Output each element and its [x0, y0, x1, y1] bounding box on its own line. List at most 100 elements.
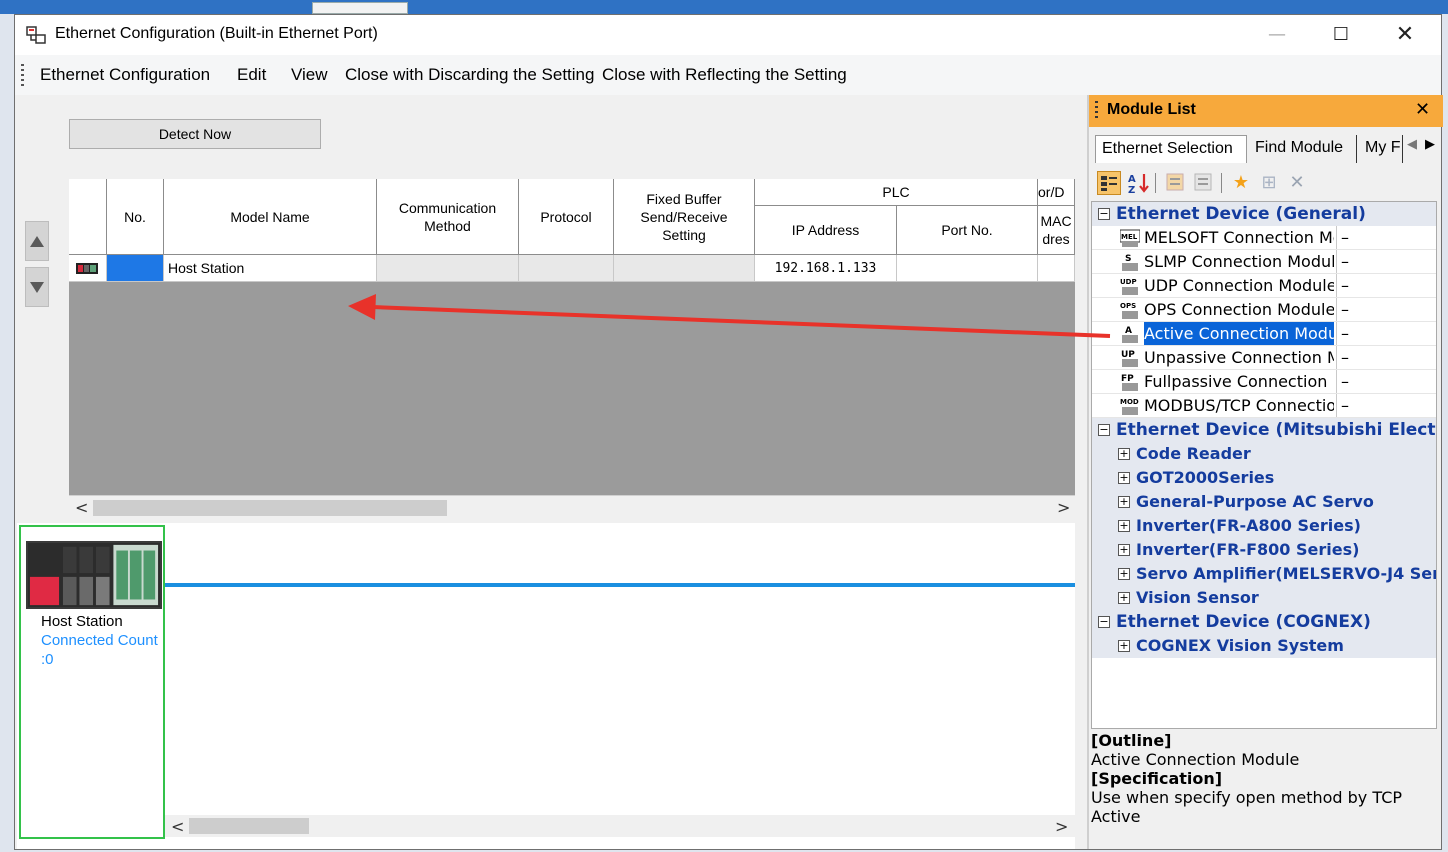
- collapse-icon[interactable]: −: [1098, 424, 1110, 436]
- diagram-horizontal-scrollbar[interactable]: < >: [165, 815, 1075, 837]
- tab-scroll-right-icon[interactable]: ▶: [1425, 137, 1435, 152]
- tree-group-mitsubishi[interactable]: − Ethernet Device (Mitsubishi Electric): [1092, 418, 1436, 442]
- melsoft-module-icon: MEL: [1119, 228, 1141, 248]
- menu-close-discard[interactable]: Close with Discarding the Setting: [345, 65, 594, 85]
- tree-subgroup-inverter-f800[interactable]: + Inverter(FR-F800 Series): [1092, 538, 1436, 562]
- minimize-button[interactable]: —: [1245, 15, 1309, 55]
- expand-all-icon[interactable]: [1163, 171, 1187, 195]
- table-cell-mac[interactable]: [1038, 255, 1075, 282]
- header-protocol[interactable]: Protocol: [519, 179, 614, 255]
- module-item-slmp[interactable]: S SLMP Connection Module –: [1092, 250, 1436, 274]
- header-port-no[interactable]: Port No.: [897, 206, 1038, 255]
- expand-icon[interactable]: +: [1118, 520, 1130, 532]
- table-cell-protocol[interactable]: [519, 255, 614, 282]
- menu-ethernet-configuration[interactable]: Ethernet Configuration: [40, 65, 210, 85]
- maximize-button[interactable]: ☐: [1309, 15, 1373, 55]
- header-fixed-buffer[interactable]: Fixed Buffer Send/Receive Setting: [614, 179, 755, 255]
- collapse-icon[interactable]: −: [1098, 208, 1110, 220]
- host-station-card[interactable]: Host Station Connected Count :0: [19, 525, 165, 839]
- scroll-thumb[interactable]: [189, 818, 309, 834]
- table-cell-ip-address[interactable]: 192.168.1.133: [755, 255, 897, 282]
- favorite-star-icon[interactable]: ★: [1229, 171, 1253, 195]
- menu-edit[interactable]: Edit: [237, 65, 266, 85]
- module-item-value: –: [1336, 298, 1436, 321]
- module-item-active-connection[interactable]: A Active Connection Module –: [1092, 322, 1436, 346]
- tree-group-general[interactable]: − Ethernet Device (General): [1092, 202, 1436, 226]
- add-favorite-icon[interactable]: ⊞: [1257, 171, 1281, 195]
- table-cell-no[interactable]: [107, 255, 164, 282]
- menu-bar: Ethernet Configuration Edit View Close w…: [15, 55, 1441, 95]
- tree-subgroup-ac-servo[interactable]: + General-Purpose AC Servo: [1092, 490, 1436, 514]
- delete-favorite-icon[interactable]: ✕: [1285, 171, 1309, 195]
- collapse-all-icon[interactable]: [1191, 171, 1215, 195]
- scroll-left-icon[interactable]: <: [75, 498, 88, 517]
- scroll-right-icon[interactable]: >: [1055, 817, 1068, 836]
- menu-close-reflect[interactable]: Close with Reflecting the Setting: [602, 65, 847, 85]
- module-list-close-button[interactable]: ✕: [1415, 99, 1430, 120]
- module-item-modbus-tcp[interactable]: MOD MODBUS/TCP Connection Module –: [1092, 394, 1436, 418]
- network-config-icon: [26, 26, 46, 44]
- scroll-thumb[interactable]: [93, 500, 447, 516]
- module-item-unpassive[interactable]: UP Unpassive Connection Module –: [1092, 346, 1436, 370]
- collapse-icon[interactable]: −: [1098, 616, 1110, 628]
- module-list-title: Module List: [1107, 101, 1196, 118]
- module-list-toolbar: AZ ★ ⊞ ✕: [1093, 167, 1439, 199]
- sort-az-icon[interactable]: AZ: [1127, 171, 1151, 196]
- tab-scroll-left-icon[interactable]: ◀: [1407, 137, 1417, 152]
- module-item-value: –: [1336, 274, 1436, 297]
- module-item-melsoft[interactable]: MEL MELSOFT Connection Module –: [1092, 226, 1436, 250]
- tree-group-label: Ethernet Device (General): [1116, 204, 1366, 224]
- tab-my-favorites[interactable]: My F: [1359, 135, 1403, 163]
- tree-subgroup-code-reader[interactable]: + Code Reader: [1092, 442, 1436, 466]
- module-list-tabs: Ethernet Selection Find Module My F ◀ ▶: [1091, 133, 1441, 163]
- expand-icon[interactable]: +: [1118, 472, 1130, 484]
- svg-text:A: A: [1125, 326, 1132, 336]
- detect-now-button[interactable]: Detect Now: [69, 119, 321, 149]
- module-list-header: Module List ✕: [1089, 95, 1443, 127]
- expand-icon[interactable]: +: [1118, 544, 1130, 556]
- panel-grip-icon[interactable]: [1095, 101, 1098, 121]
- table-cell-communication-method[interactable]: [377, 255, 519, 282]
- table-cell-fixed-buffer[interactable]: [614, 255, 755, 282]
- tab-find-module[interactable]: Find Module: [1249, 135, 1357, 163]
- expand-icon[interactable]: +: [1118, 640, 1130, 652]
- header-icon-column: [69, 179, 107, 255]
- table-cell-port-no[interactable]: [897, 255, 1038, 282]
- close-window-button[interactable]: ✕: [1373, 15, 1437, 55]
- tab-ethernet-selection[interactable]: Ethernet Selection: [1095, 135, 1247, 163]
- header-communication-method[interactable]: Communication Method: [377, 179, 519, 255]
- header-no[interactable]: No.: [107, 179, 164, 255]
- menu-view[interactable]: View: [291, 65, 328, 85]
- header-model-name[interactable]: Model Name: [164, 179, 377, 255]
- udp-module-icon: UDP: [1120, 276, 1140, 296]
- ops-module-icon: OPS: [1120, 300, 1140, 320]
- module-tree: − Ethernet Device (General) MEL MELSOFT …: [1091, 201, 1437, 729]
- table-cell-model-name[interactable]: Host Station: [164, 255, 377, 282]
- expand-icon[interactable]: +: [1118, 568, 1130, 580]
- scroll-right-icon[interactable]: >: [1057, 498, 1070, 517]
- header-mac-address[interactable]: MAC dres: [1038, 206, 1075, 255]
- module-item-fullpassive[interactable]: FP Fullpassive Connection Module –: [1092, 370, 1436, 394]
- header-plc: PLC: [755, 179, 1038, 206]
- expand-icon[interactable]: +: [1118, 496, 1130, 508]
- module-item-udp[interactable]: UDP UDP Connection Module –: [1092, 274, 1436, 298]
- scroll-left-icon[interactable]: <: [171, 817, 184, 836]
- tree-subgroup-got2000[interactable]: + GOT2000Series: [1092, 466, 1436, 490]
- move-up-button[interactable]: [25, 221, 49, 261]
- expand-icon[interactable]: +: [1118, 592, 1130, 604]
- tree-subgroup-inverter-a800[interactable]: + Inverter(FR-A800 Series): [1092, 514, 1436, 538]
- table-horizontal-scrollbar[interactable]: < >: [69, 495, 1075, 519]
- module-list-panel: Module List ✕ Ethernet Selection Find Mo…: [1087, 95, 1443, 849]
- menu-grip-icon[interactable]: [21, 64, 24, 86]
- tree-group-cognex[interactable]: − Ethernet Device (COGNEX): [1092, 610, 1436, 634]
- module-item-ops[interactable]: OPS OPS Connection Module –: [1092, 298, 1436, 322]
- specification-heading: [Specification]: [1091, 769, 1223, 788]
- tree-subgroup-vision-sensor[interactable]: + Vision Sensor: [1092, 586, 1436, 610]
- tree-subgroup-cognex-vision[interactable]: + COGNEX Vision System: [1092, 634, 1436, 658]
- move-down-button[interactable]: [25, 267, 49, 307]
- expand-icon[interactable]: +: [1118, 448, 1130, 460]
- header-ip-address[interactable]: IP Address: [755, 206, 897, 255]
- category-view-icon[interactable]: [1097, 171, 1121, 195]
- outline-text: Active Connection Module: [1091, 750, 1300, 769]
- tree-subgroup-servo-amplifier[interactable]: + Servo Amplifier(MELSERVO-J4 Series): [1092, 562, 1436, 586]
